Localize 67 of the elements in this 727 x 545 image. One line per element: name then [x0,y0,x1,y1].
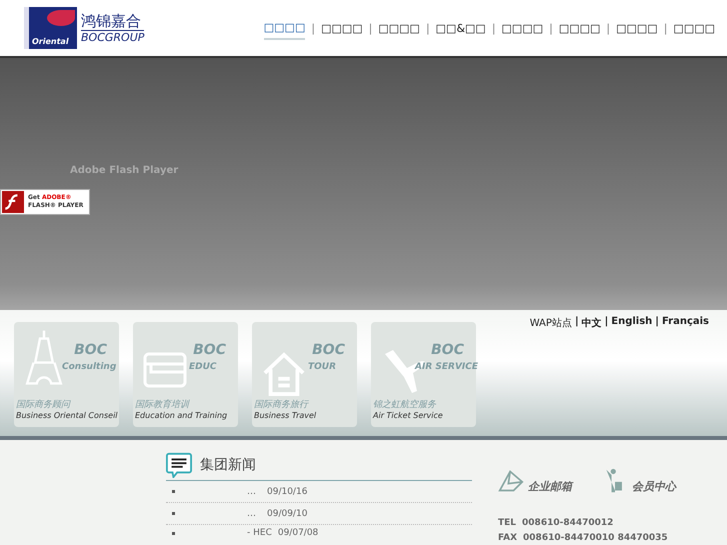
service-tile[interactable]: BOC Consulting 国际商务顾问 Business Oriental Conseil [14,322,119,427]
nav-link[interactable]: □□□□ [558,18,600,38]
language-separator: | [655,316,659,329]
bullet-icon [172,512,175,515]
nav-separator: | [664,22,668,34]
tile-brand: BOC [312,342,345,358]
nav-link[interactable]: □□□□ [673,18,715,38]
language-link[interactable]: Français [662,316,709,330]
nav-link[interactable]: □□&□□ [436,18,486,38]
card-icon [143,352,187,388]
tile-english-label: Business Oriental Conseil [16,411,118,420]
news-link[interactable]: - HEC [247,528,272,538]
tile-subtitle: Consulting [62,362,116,372]
tile-chinese-label: 锦之虹航空服务 [373,398,436,411]
nav-separator: | [311,22,316,34]
bullet-icon [172,532,175,534]
tile-subtitle: AIR SERVICE [415,362,478,372]
service-tile[interactable]: BOC EDUC 国际教育培训 Education and Training [133,322,238,427]
nav-link[interactable]: □□□□ [616,18,658,38]
tile-chinese-label: 国际教育培训 [135,398,189,411]
tile-brand: BOC [193,342,226,358]
bullet-icon [172,490,175,493]
nav-separator: | [426,22,430,34]
envelope-icon [498,468,524,494]
language-link[interactable]: English [611,316,652,330]
nav-separator: | [606,22,610,34]
logo-mark: Oriental [24,7,77,49]
news-date: 09/07/08 [278,528,318,538]
language-separator: | [604,316,608,329]
news-date: 09/10/16 [267,486,308,496]
tile-english-label: Education and Training [135,411,228,420]
service-tile[interactable]: BOC AIR SERVICE 锦之虹航空服务 Air Ticket Service [371,322,476,427]
tile-english-label: Business Travel [254,411,316,420]
language-link[interactable]: WAP站点 [530,316,572,330]
contact-label: FAX [498,533,518,543]
contact-number: 008610-84470010 84470035 [523,533,668,543]
language-link[interactable]: 中文 [582,316,602,330]
nav-separator: | [492,22,496,34]
tile-subtitle: TOUR [308,362,336,372]
nav-link[interactable]: □□□□ [502,18,544,38]
quick-link[interactable]: 会员中心 [602,468,676,494]
speech-bubble-icon [166,452,192,478]
tile-subtitle: EDUC [189,362,217,372]
nav-separator: | [368,22,372,34]
tile-english-label: Air Ticket Service [373,411,443,420]
quick-link[interactable]: 企业邮箱 [498,468,572,494]
news-heading: 集团新闻 [200,456,256,474]
news-link[interactable]: … [247,508,261,518]
news-date: 09/09/10 [267,508,308,518]
tile-chinese-label: 国际商务旅行 [254,398,308,411]
tile-chinese-label: 国际商务顾问 [16,398,70,411]
house-icon [262,352,306,396]
nav-link[interactable]: □□□□ [264,16,306,40]
tile-brand: BOC [74,342,107,358]
contact-number: 008610-84470012 [522,518,614,528]
flash-logo-icon [2,191,24,213]
logo-english-name: BOCGROUP [81,31,144,44]
language-separator: | [574,316,579,329]
nav-link[interactable]: □□□□ [378,18,420,38]
flash-title: Adobe Flash Player [70,165,178,176]
nav-separator: | [549,22,553,34]
service-tile[interactable]: BOC TOUR 国际商务旅行 Business Travel [252,322,357,427]
nav-link[interactable]: □□□□ [321,18,363,38]
news-link[interactable]: … [247,486,261,496]
tile-brand: BOC [431,342,464,358]
contact-label: TEL [498,518,516,528]
logo-chinese-name: 鸿锦嘉合 [81,12,144,31]
